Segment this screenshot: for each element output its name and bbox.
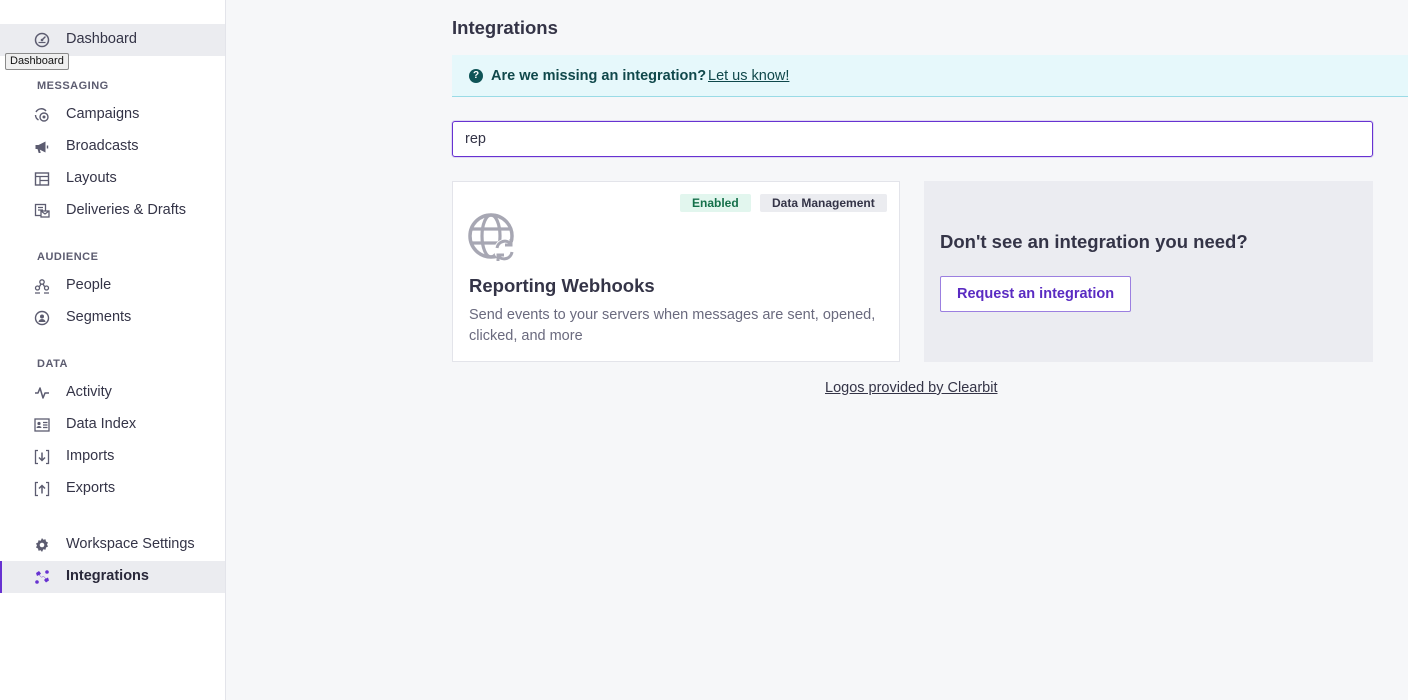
- sidebar-item-activity[interactable]: Activity: [0, 377, 225, 409]
- question-icon: ?: [469, 69, 483, 83]
- sidebar-item-label: People: [66, 277, 112, 293]
- category-badge: Data Management: [760, 194, 887, 212]
- request-integration-panel: Don't see an integration you need? Reque…: [924, 181, 1373, 362]
- banner-question: Are we missing an integration?: [491, 68, 707, 84]
- deliveries-icon: [33, 202, 51, 220]
- sidebar-item-label: Layouts: [66, 170, 117, 186]
- segments-icon: [33, 309, 51, 327]
- sidebar: Dashboard Dashboard Messaging Campaigns …: [0, 0, 226, 700]
- puzzle-icon: [33, 568, 51, 586]
- sidebar-item-campaigns[interactable]: Campaigns: [0, 99, 225, 131]
- sidebar-item-data-index[interactable]: Data Index: [0, 409, 225, 441]
- tooltip: Dashboard: [5, 53, 69, 70]
- section-header-audience: Audience: [37, 251, 99, 263]
- integration-card[interactable]: Enabled Data Management Reporting Webhoo…: [452, 181, 900, 362]
- section-header-messaging: Messaging: [37, 80, 109, 92]
- let-us-know-link[interactable]: Let us know!: [708, 68, 789, 84]
- import-icon: [33, 448, 51, 466]
- sidebar-item-dashboard[interactable]: Dashboard: [0, 24, 225, 56]
- request-panel-title: Don't see an integration you need?: [940, 231, 1248, 252]
- sidebar-item-layouts[interactable]: Layouts: [0, 163, 225, 195]
- sidebar-item-broadcasts[interactable]: Broadcasts: [0, 131, 225, 163]
- sidebar-item-segments[interactable]: Segments: [0, 302, 225, 334]
- sidebar-item-people[interactable]: People: [0, 270, 225, 302]
- page-title: Integrations: [452, 17, 558, 38]
- missing-integration-banner: ? Are we missing an integration? Let us …: [452, 55, 1408, 97]
- sidebar-item-exports[interactable]: Exports: [0, 473, 225, 505]
- sidebar-item-label: Activity: [66, 384, 112, 400]
- request-integration-button[interactable]: Request an integration: [940, 276, 1132, 312]
- dashboard-icon: [33, 31, 51, 49]
- sidebar-item-label: Workspace Settings: [66, 536, 195, 552]
- sidebar-item-deliveries-drafts[interactable]: Deliveries & Drafts: [0, 195, 225, 227]
- globe-refresh-icon: [468, 213, 518, 263]
- campaigns-icon: [33, 106, 51, 124]
- sidebar-item-label: Campaigns: [66, 106, 140, 122]
- layout-icon: [33, 170, 51, 188]
- export-icon: [33, 480, 51, 498]
- gear-icon: [33, 536, 51, 554]
- clearbit-logos-link[interactable]: Logos provided by Clearbit: [825, 380, 998, 396]
- people-icon: [33, 277, 51, 295]
- section-header-data: Data: [37, 358, 68, 370]
- sidebar-item-label: Data Index: [66, 416, 137, 432]
- activity-icon: [33, 384, 51, 402]
- status-badge: Enabled: [680, 194, 751, 212]
- data-index-icon: [33, 416, 51, 434]
- sidebar-item-label: Segments: [66, 309, 132, 325]
- megaphone-icon: [33, 138, 51, 156]
- sidebar-item-label: Deliveries & Drafts: [66, 202, 187, 218]
- sidebar-item-workspace-settings[interactable]: Workspace Settings: [0, 529, 225, 561]
- integration-description: Send events to your servers when message…: [469, 307, 876, 344]
- sidebar-item-imports[interactable]: Imports: [0, 441, 225, 473]
- integration-search-input[interactable]: [452, 121, 1373, 157]
- integration-title: Reporting Webhooks: [469, 275, 655, 296]
- sidebar-item-label: Exports: [66, 480, 116, 496]
- sidebar-item-label: Dashboard: [66, 31, 137, 47]
- sidebar-item-label: Integrations: [66, 568, 149, 584]
- sidebar-item-label: Imports: [66, 448, 115, 464]
- sidebar-item-integrations[interactable]: Integrations: [0, 561, 225, 593]
- sidebar-item-label: Broadcasts: [66, 138, 139, 154]
